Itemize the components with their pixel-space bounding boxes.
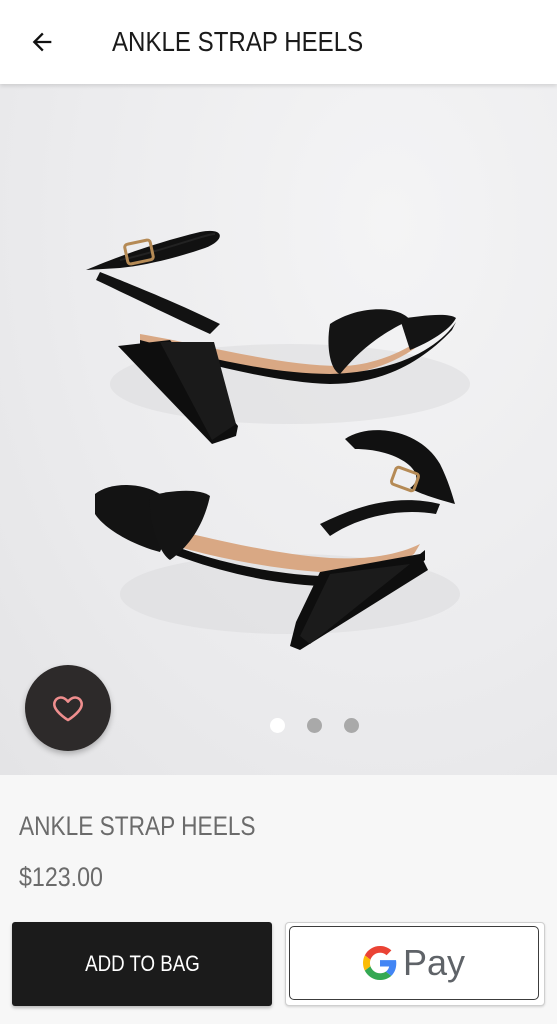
arrow-left-icon <box>32 32 52 52</box>
product-info-panel: ANKLE STRAP HEELS $123.00 ADD TO BAG Pay <box>0 775 557 1024</box>
product-image-carousel[interactable] <box>0 84 557 775</box>
google-pay-frame: Pay <box>289 926 539 1000</box>
carousel-dot-1[interactable] <box>270 718 285 733</box>
google-g-icon <box>362 946 397 980</box>
carousel-dot-3[interactable] <box>344 718 359 733</box>
add-to-bag-button[interactable]: ADD TO BAG <box>12 922 272 1006</box>
favorite-button[interactable] <box>25 665 111 751</box>
product-name: ANKLE STRAP HEELS <box>19 811 256 841</box>
google-pay-label: Pay <box>402 942 466 983</box>
carousel-indicator <box>270 718 359 733</box>
add-to-bag-label: ADD TO BAG <box>84 951 200 976</box>
google-pay-button[interactable]: Pay <box>285 922 545 1006</box>
app-bar: ANKLE STRAP HEELS <box>0 0 557 84</box>
product-price: $123.00 <box>19 862 103 892</box>
back-button[interactable] <box>18 18 66 66</box>
carousel-dot-2[interactable] <box>307 718 322 733</box>
product-detail-screen: ANKLE STRAP HEELS ANKLE STRAP HEELS $123… <box>0 0 557 1024</box>
page-title: ANKLE STRAP HEELS <box>112 26 364 57</box>
heart-outline-icon <box>53 696 83 722</box>
